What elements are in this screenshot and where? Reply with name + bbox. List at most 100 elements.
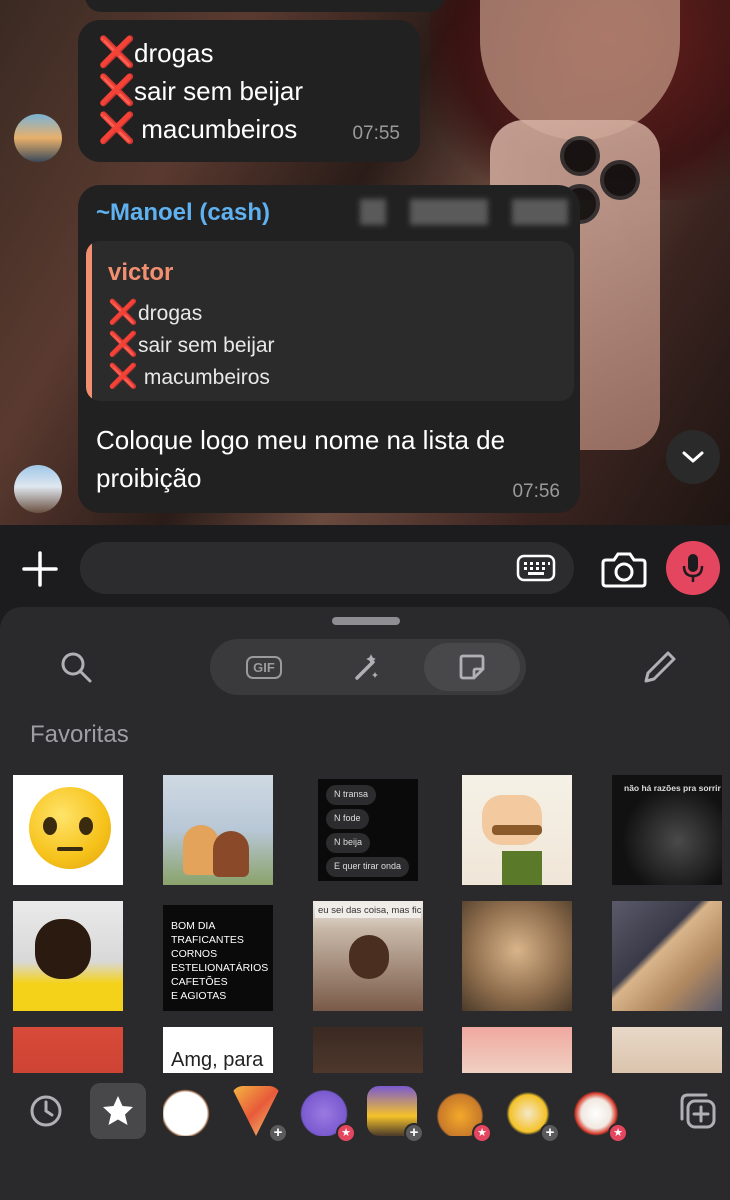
sticker-emoji-face[interactable] [13,775,123,885]
avatar[interactable] [14,114,62,162]
avatar[interactable] [14,465,62,513]
sticker-grid: N transa N fode N beija E quer tirar ond… [0,775,730,1073]
wallpaper-camera-lens [560,136,600,176]
chat-pill: N beija [326,833,371,853]
sticker-sad-monkey[interactable]: não há razões pra sorrir [612,775,722,885]
sticker-tab[interactable] [424,643,520,691]
input-bar [0,525,730,615]
message-line: ❌drogas [98,36,214,69]
premium-star-badge: ★ [336,1123,356,1143]
chevron-down-icon [682,451,704,463]
scroll-down-button[interactable] [666,430,720,484]
keyboard-icon[interactable] [516,554,556,582]
sticker-cat[interactable] [462,1027,572,1073]
pencil-icon[interactable] [640,647,680,687]
purple-sticker-pack[interactable]: ★ [296,1083,356,1143]
recent-tab[interactable] [18,1083,74,1139]
coffee-sticker-pack[interactable] [160,1083,216,1139]
quote-author: victor [108,259,174,286]
recent-icon [30,1095,62,1127]
previous-message-bubble[interactable] [85,0,445,12]
cartoon-face [482,795,542,845]
coffee-sticker-icon [163,1086,213,1136]
sticker-dog-yellow[interactable] [13,901,123,1011]
sticker-dark-photo[interactable] [313,1027,423,1073]
sticker-text: Amg, para [171,1049,264,1071]
message-time: 07:55 [352,123,400,144]
redacted-phone-number [512,199,568,225]
emoji-eye [79,817,93,835]
sticker-amg-text[interactable]: Amg, para [163,1027,273,1073]
cartoon-figure [213,831,249,877]
magic-pen-icon [355,654,378,680]
emoji-mouth [57,847,83,851]
add-pack-badge: + [404,1123,424,1143]
sticker-red-cartoon[interactable] [13,1027,123,1073]
chat-pill: N fode [326,809,369,829]
meme-face [349,935,389,979]
microphone-button[interactable] [666,541,720,595]
plus-icon[interactable] [18,547,62,591]
emoji-eye [43,817,57,835]
message-input[interactable] [80,542,574,594]
favorites-star-icon [103,1096,133,1125]
sticker-panel: GIF Favoritas N transa N fode N beija E … [0,607,730,1200]
redacted-phone-number [360,199,386,225]
sticker-pack-bar: + ★ + ★ + ★ [0,1073,730,1153]
sender-name[interactable]: ~Manoel (cash) [96,199,270,227]
sticker-caption: não há razões pra sorrir [624,783,721,793]
cross-icon: ❌ [108,299,138,326]
redacted-phone-number [410,199,488,225]
cartoon-shirt [502,851,542,885]
quote-text: ❌drogas ❌sair sem beijar ❌ macumbeiros [108,299,275,390]
party-sticker-pack[interactable]: + [364,1083,424,1143]
cross-icon: ❌ [98,74,136,107]
favorites-tab[interactable] [90,1083,146,1139]
chat-pill: E quer tirar onda [326,857,410,877]
rooster-sticker-pack[interactable]: ★ [568,1083,628,1143]
gif-icon: GIF [246,655,282,679]
goat-sticker-pack[interactable]: + [500,1083,560,1143]
add-pack-icon [680,1093,716,1129]
sticker-puppy[interactable] [612,901,722,1011]
cross-icon: ❌ [108,331,138,358]
message-bubble[interactable]: ~Manoel (cash) victor ❌drogas ❌sair sem … [78,185,580,513]
sticker-icon [459,654,485,680]
cross-icon: ❌ [98,36,136,69]
duck-sticker-pack[interactable]: ★ [432,1083,492,1143]
drag-handle[interactable] [332,617,400,625]
cross-icon: ❌ [108,363,138,390]
sticker-text: BOM DIA TRAFICANTES CORNOS ESTELIONATÁRI… [171,920,269,1002]
sticker-chat-screenshot[interactable]: N transa N fode N beija E quer tirar ond… [318,779,418,881]
magic-pen-tab[interactable] [320,643,416,691]
message-text: Coloque logo meu nome na lista de proibi… [96,425,506,493]
add-pack-badge: + [268,1123,288,1143]
chat-pill: N transa [326,785,377,805]
add-pack-badge: + [540,1123,560,1143]
microphone-icon [682,554,704,582]
message-line: ❌sair sem beijar [98,74,304,107]
sticker-meme-man[interactable]: eu sei das coisa, mas fico... [313,901,423,1011]
reply-quote[interactable]: victor ❌drogas ❌sair sem beijar ❌ macumb… [86,241,574,401]
cartoon-food [492,825,542,835]
sticker-cartoon-eating[interactable] [462,775,572,885]
sticker-photo[interactable] [612,1027,722,1073]
sticker-caption: eu sei das coisa, mas fico... [315,903,421,918]
sticker-cartoon-kids[interactable] [163,775,273,885]
camera-icon[interactable] [600,549,648,589]
sticker-monkey-tongue[interactable] [462,901,572,1011]
premium-star-badge: ★ [472,1123,492,1143]
cross-icon: ❌ [98,112,136,145]
pizza-sticker-pack[interactable]: + [228,1083,288,1143]
sticker-text-list[interactable]: BOM DIA TRAFICANTES CORNOS ESTELIONATÁRI… [163,905,273,1011]
emoji-face-icon [29,787,111,869]
chat-area: ❌drogas ❌sair sem beijar ❌ macumbeiros 0… [0,0,730,525]
premium-star-badge: ★ [608,1123,628,1143]
add-sticker-pack-button[interactable] [670,1083,726,1139]
search-icon[interactable] [58,649,94,685]
gif-tab[interactable]: GIF [216,643,312,691]
message-bubble[interactable]: ❌drogas ❌sair sem beijar ❌ macumbeiros 0… [78,20,420,162]
message-time: 07:56 [512,481,560,502]
quote-accent-bar [86,241,92,401]
dog-head [35,919,91,979]
